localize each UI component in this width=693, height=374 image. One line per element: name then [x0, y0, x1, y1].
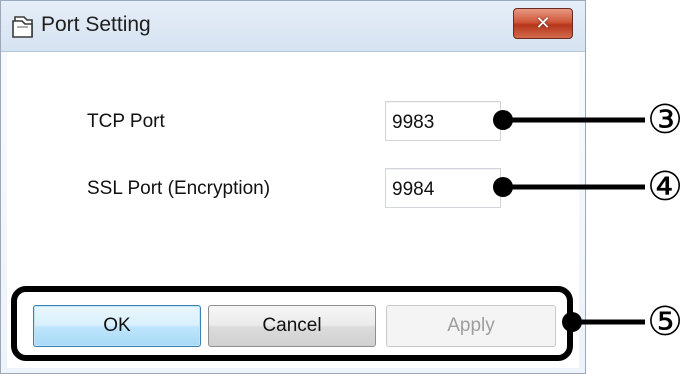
callout-5: ⑤	[647, 300, 683, 344]
callout-3: ③	[647, 98, 683, 142]
ssl-callout-dot	[493, 177, 513, 197]
buttons-highlight-frame	[11, 286, 573, 361]
tcp-callout-dot	[493, 110, 513, 130]
annotation-overlay	[11, 110, 645, 361]
buttons-callout-dot	[562, 312, 582, 332]
callout-4: ④	[647, 165, 683, 209]
